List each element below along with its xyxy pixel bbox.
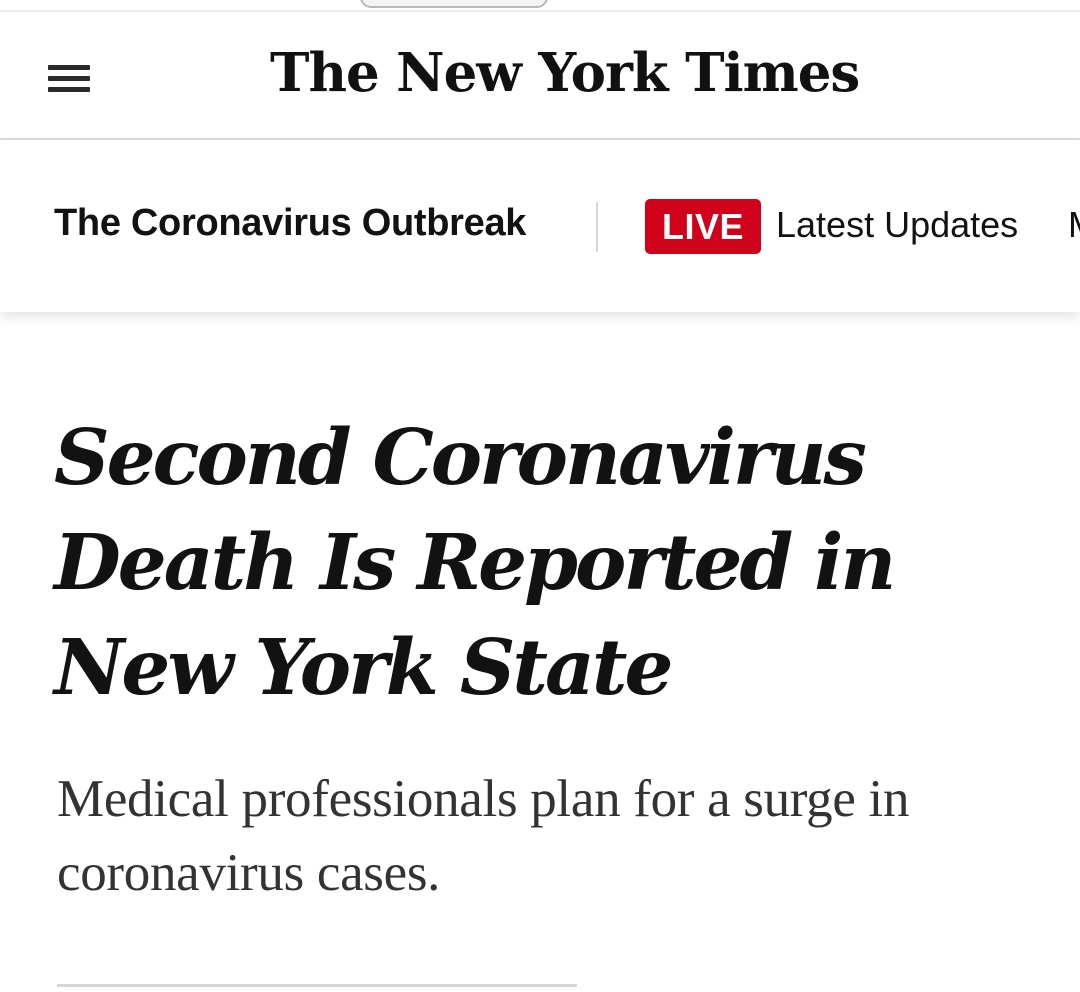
menu-line (48, 87, 90, 92)
article-headline: Second Coronavirus Death Is Reported in … (54, 413, 896, 713)
live-badge: LIVE (645, 199, 761, 254)
hamburger-menu-icon[interactable] (48, 63, 92, 93)
status-pill (360, 0, 548, 8)
content-divider (57, 984, 577, 987)
menu-line (48, 76, 90, 81)
section-title[interactable]: The Coronavirus Outbreak (54, 200, 526, 246)
menu-line (48, 65, 90, 70)
section-subnav: The Coronavirus Outbreak LIVE Latest Upd… (0, 140, 1080, 312)
article-summary: Medical professionals plan for a surge i… (57, 770, 910, 902)
masthead: The New York Times (0, 12, 1080, 140)
latest-updates-link[interactable]: Latest Updates (776, 202, 1018, 248)
subnav-divider (596, 202, 598, 252)
next-nav-item[interactable]: M (1068, 202, 1080, 248)
nyt-logo[interactable]: The New York Times (270, 38, 860, 108)
